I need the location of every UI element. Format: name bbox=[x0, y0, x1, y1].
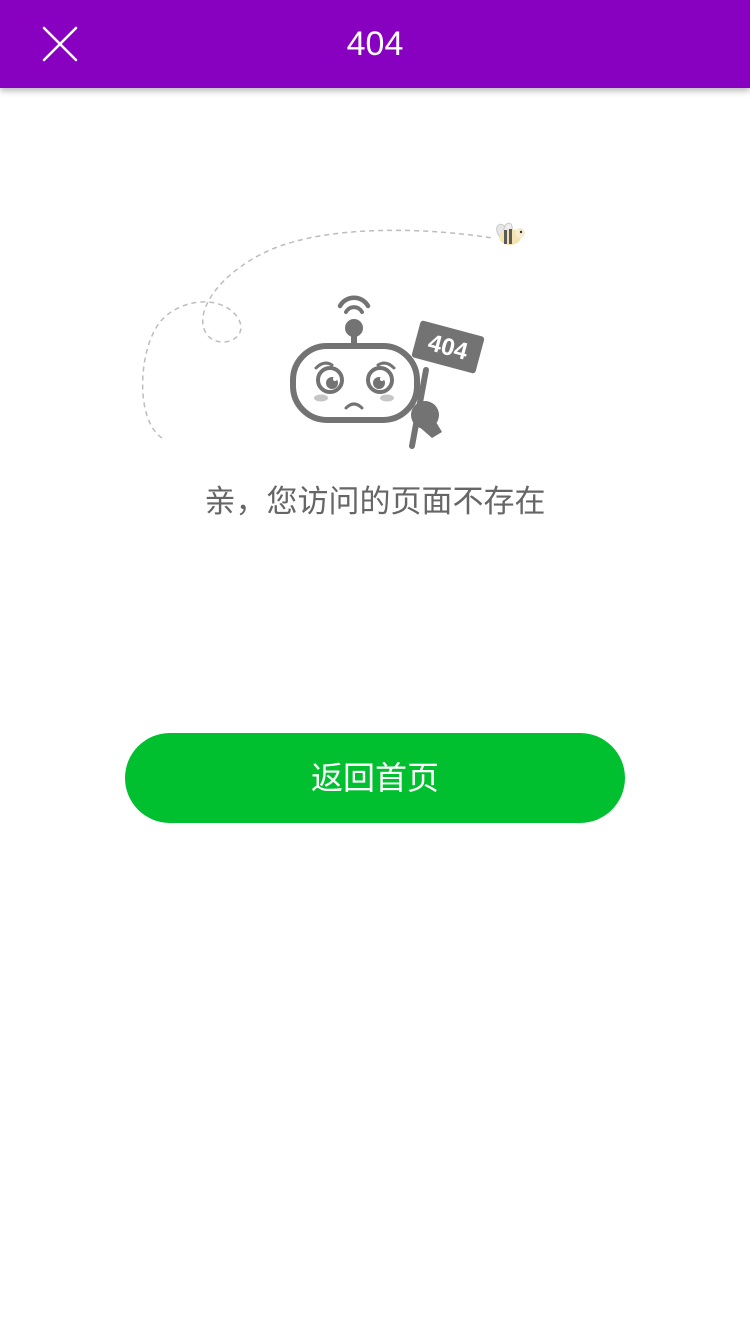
page-title: 404 bbox=[346, 25, 404, 63]
bee-icon bbox=[496, 222, 525, 245]
page: 404 404 亲，您访问的页面不存在 返回首页 bbox=[0, 0, 750, 1334]
header-bar: 404 bbox=[0, 0, 750, 88]
sad-robot-illustration: 404 bbox=[141, 222, 525, 449]
sad-robot-icon: 404 bbox=[290, 295, 485, 449]
close-icon bbox=[42, 26, 78, 62]
not-found-message: 亲，您访问的页面不存在 bbox=[204, 484, 546, 520]
close-button[interactable] bbox=[30, 14, 90, 74]
return-home-button[interactable]: 返回首页 bbox=[125, 733, 625, 823]
